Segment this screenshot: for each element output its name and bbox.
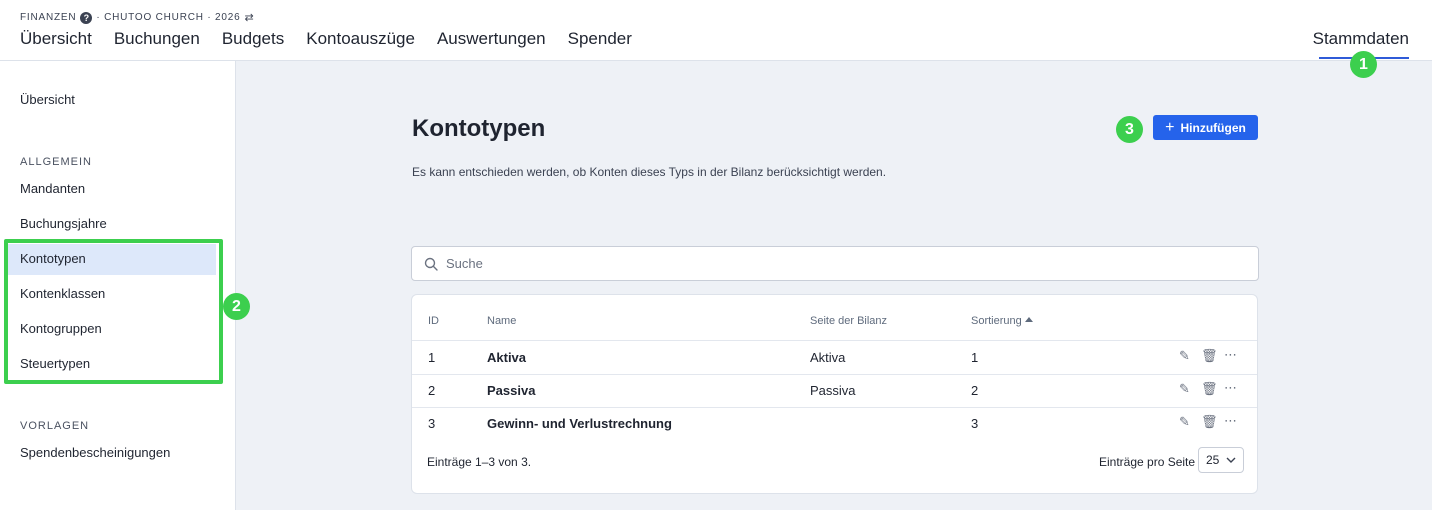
sidebar-item-steuertypen[interactable]: Steuertypen bbox=[20, 356, 90, 371]
sidebar-section-allgemein: ALLGEMEIN bbox=[20, 156, 92, 168]
delete-icon[interactable]: 🗑 bbox=[1201, 348, 1218, 364]
nav-item-budgets[interactable]: Budgets bbox=[222, 29, 284, 49]
add-button-label: Hinzufügen bbox=[1180, 120, 1246, 135]
kontotypen-table: ID Name Seite der Bilanz Sortierung 1 Ak… bbox=[411, 294, 1258, 494]
page-description: Es kann entschieden werden, ob Konten di… bbox=[412, 165, 887, 179]
cell-sort: 2 bbox=[971, 383, 979, 398]
cell-name: Aktiva bbox=[487, 350, 527, 365]
per-page-label: Einträge pro Seite bbox=[1099, 455, 1196, 469]
nav-item-uebersicht[interactable]: Übersicht bbox=[20, 29, 92, 49]
delete-icon[interactable]: 🗑 bbox=[1201, 381, 1218, 397]
search-field[interactable] bbox=[411, 246, 1259, 281]
sort-ascending-icon bbox=[1024, 317, 1033, 322]
divider bbox=[412, 340, 1257, 341]
plus-icon: + bbox=[1165, 118, 1175, 136]
cell-id: 2 bbox=[428, 383, 436, 398]
more-icon[interactable]: ⋯ bbox=[1224, 347, 1237, 363]
nav-item-stammdaten[interactable]: Stammdaten bbox=[1313, 29, 1409, 49]
more-icon[interactable]: ⋯ bbox=[1224, 380, 1237, 396]
cell-name: Passiva bbox=[487, 383, 536, 398]
column-header-id[interactable]: ID bbox=[428, 315, 439, 327]
annotation-badge-3: 3 bbox=[1116, 116, 1143, 143]
edit-icon[interactable]: ✎ bbox=[1179, 381, 1190, 397]
delete-icon[interactable]: 🗑 bbox=[1201, 414, 1218, 430]
help-icon[interactable]: ? bbox=[80, 11, 93, 24]
top-header: FINANZEN ? · CHUTOO CHURCH · 2026 ⇄ Über… bbox=[0, 0, 1432, 61]
breadcrumb: FINANZEN ? · CHUTOO CHURCH · 2026 ⇄ bbox=[20, 11, 254, 24]
per-page-value: 25 bbox=[1206, 453, 1220, 467]
edit-icon[interactable]: ✎ bbox=[1179, 414, 1190, 430]
breadcrumb-app[interactable]: FINANZEN bbox=[20, 12, 76, 23]
breadcrumb-context[interactable]: · CHUTOO CHURCH · 2026 bbox=[96, 12, 240, 23]
divider bbox=[412, 407, 1257, 408]
search-input[interactable] bbox=[446, 256, 1226, 271]
column-header-name[interactable]: Name bbox=[487, 315, 516, 327]
page-title: Kontotypen bbox=[412, 115, 546, 142]
sidebar-item-buchungsjahre[interactable]: Buchungsjahre bbox=[20, 216, 107, 231]
cell-side: Passiva bbox=[810, 383, 856, 398]
cell-id: 3 bbox=[428, 416, 436, 431]
per-page-select[interactable]: 25 bbox=[1198, 447, 1244, 473]
sidebar-item-uebersicht[interactable]: Übersicht bbox=[20, 92, 75, 107]
annotation-badge-1: 1 bbox=[1350, 51, 1377, 78]
cell-sort: 1 bbox=[971, 350, 979, 365]
sidebar: Übersicht ALLGEMEIN Mandanten Buchungsja… bbox=[0, 61, 236, 510]
column-header-sort-label: Sortierung bbox=[971, 315, 1022, 327]
divider bbox=[412, 374, 1257, 375]
search-icon bbox=[424, 257, 438, 271]
cell-side: Aktiva bbox=[810, 350, 846, 365]
nav-item-auswertungen[interactable]: Auswertungen bbox=[437, 29, 546, 49]
cell-sort: 3 bbox=[971, 416, 979, 431]
nav-item-buchungen[interactable]: Buchungen bbox=[114, 29, 200, 49]
more-icon[interactable]: ⋯ bbox=[1224, 413, 1237, 429]
edit-icon[interactable]: ✎ bbox=[1179, 348, 1190, 364]
column-header-sort[interactable]: Sortierung bbox=[971, 315, 1033, 327]
add-button[interactable]: + Hinzufügen bbox=[1153, 115, 1258, 140]
sidebar-item-kontotypen[interactable]: Kontotypen bbox=[20, 251, 86, 266]
main-nav: Übersicht Buchungen Budgets Kontoauszüge… bbox=[20, 29, 632, 49]
chevron-down-icon bbox=[1226, 457, 1236, 463]
nav-item-spender[interactable]: Spender bbox=[568, 29, 632, 49]
column-header-side[interactable]: Seite der Bilanz bbox=[810, 315, 887, 327]
cell-name: Gewinn- und Verlustrechnung bbox=[487, 416, 672, 431]
swap-icon[interactable]: ⇄ bbox=[245, 11, 254, 24]
sidebar-item-spendenbescheinigungen[interactable]: Spendenbescheinigungen bbox=[20, 445, 170, 460]
nav-item-kontoauszuege[interactable]: Kontoauszüge bbox=[306, 29, 415, 49]
sidebar-item-mandanten[interactable]: Mandanten bbox=[20, 181, 85, 196]
sidebar-item-kontogruppen[interactable]: Kontogruppen bbox=[20, 321, 102, 336]
annotation-badge-2: 2 bbox=[223, 293, 250, 320]
sidebar-section-vorlagen: VORLAGEN bbox=[20, 420, 90, 432]
cell-id: 1 bbox=[428, 350, 436, 365]
entries-count: Einträge 1–3 von 3. bbox=[427, 455, 532, 469]
sidebar-item-kontenklassen[interactable]: Kontenklassen bbox=[20, 286, 105, 301]
